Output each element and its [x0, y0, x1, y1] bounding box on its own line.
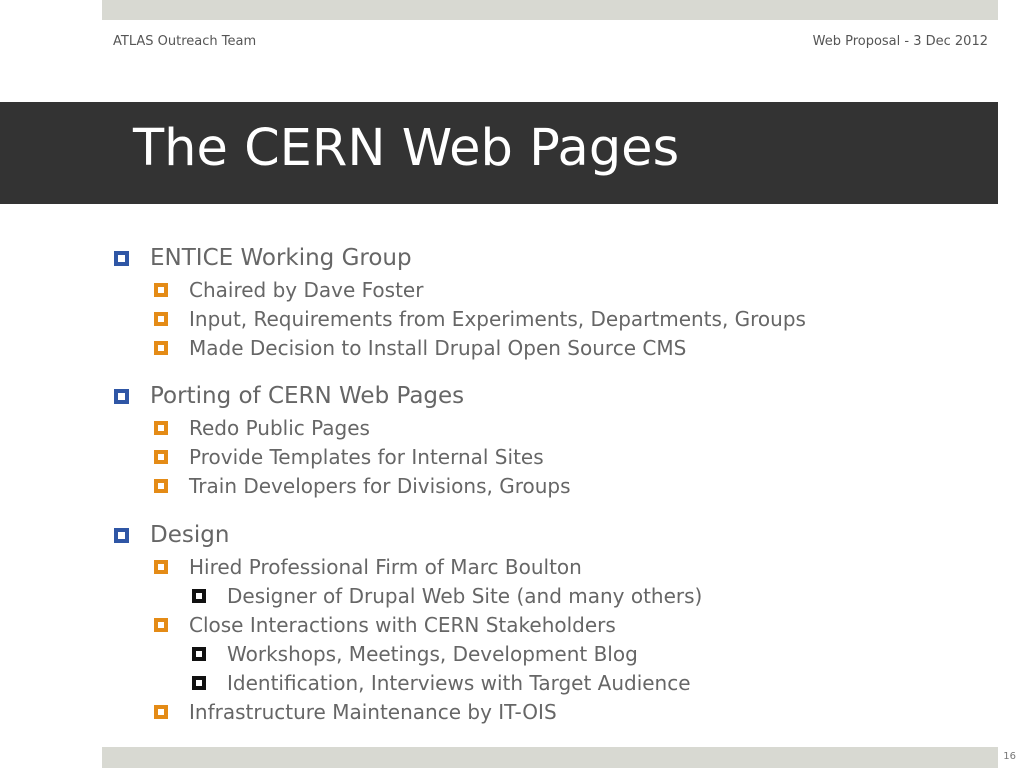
bullet-text: Design [150, 522, 230, 548]
square-bullet-icon [154, 312, 168, 326]
page-number: 16 [1003, 751, 1016, 762]
sub-bullet: Redo Public Pages [154, 416, 370, 440]
bullet-text: Porting of CERN Web Pages [150, 383, 465, 409]
square-bullet-icon [192, 647, 206, 661]
square-bullet-icon [154, 341, 168, 355]
square-bullet-icon [114, 527, 129, 543]
sub-sub-bullet-text: Workshops, Meetings, Development Blog [227, 642, 638, 666]
sub-bullet: Close Interactions with CERN Stakeholder… [154, 613, 616, 637]
square-bullet-icon [154, 450, 168, 464]
sub-bullet: Infrastructure Maintenance by IT-OIS [154, 700, 557, 724]
square-bullet-icon [192, 676, 206, 690]
sub-sub-bullet: Designer of Drupal Web Site (and many ot… [192, 584, 702, 608]
sub-bullet: Made Decision to Install Drupal Open Sou… [154, 336, 686, 360]
square-bullet-icon [154, 618, 168, 632]
square-bullet-icon [154, 421, 168, 435]
bullet-design: Design [114, 522, 229, 548]
bullet-entice: ENTICE Working Group [114, 245, 412, 271]
square-bullet-icon [154, 283, 168, 297]
sub-bullet-text: Infrastructure Maintenance by IT-OIS [189, 700, 557, 724]
bottom-decorative-bar [102, 747, 998, 768]
sub-bullet-text: Redo Public Pages [189, 416, 370, 440]
sub-bullet: Hired Professional Firm of Marc Boulton [154, 555, 582, 579]
square-bullet-icon [154, 560, 168, 574]
sub-sub-bullet: Identification, Interviews with Target A… [192, 671, 691, 695]
square-bullet-icon [114, 250, 129, 266]
bullet-porting: Porting of CERN Web Pages [114, 383, 464, 409]
square-bullet-icon [114, 388, 129, 404]
sub-bullet-text: Provide Templates for Internal Sites [189, 445, 544, 469]
sub-bullet-text: Chaired by Dave Foster [189, 278, 424, 302]
sub-bullet-text: Made Decision to Install Drupal Open Sou… [189, 336, 687, 360]
sub-sub-bullet-text: Designer of Drupal Web Site (and many ot… [227, 584, 703, 608]
sub-bullet: Input, Requirements from Experiments, De… [154, 307, 806, 331]
sub-bullet: Provide Templates for Internal Sites [154, 445, 544, 469]
square-bullet-icon [154, 479, 168, 493]
sub-bullet: Train Developers for Divisions, Groups [154, 474, 571, 498]
slide-content: ENTICE Working Group Chaired by Dave Fos… [0, 0, 1024, 768]
sub-bullet-text: Train Developers for Divisions, Groups [189, 474, 571, 498]
sub-bullet-text: Input, Requirements from Experiments, De… [189, 307, 806, 331]
sub-bullet-text: Hired Professional Firm of Marc Boulton [189, 555, 582, 579]
square-bullet-icon [192, 589, 206, 603]
sub-sub-bullet-text: Identification, Interviews with Target A… [227, 671, 691, 695]
sub-bullet-text: Close Interactions with CERN Stakeholder… [189, 613, 616, 637]
square-bullet-icon [154, 705, 168, 719]
sub-sub-bullet: Workshops, Meetings, Development Blog [192, 642, 638, 666]
sub-bullet: Chaired by Dave Foster [154, 278, 423, 302]
bullet-text: ENTICE Working Group [150, 245, 412, 271]
